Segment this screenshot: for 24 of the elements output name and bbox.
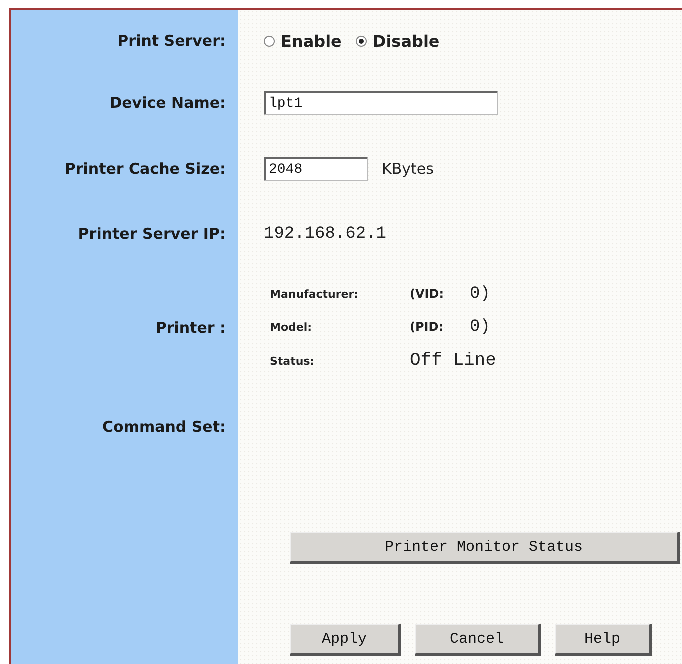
id-value: 0) xyxy=(470,285,492,304)
action-button[interactable]: Cancel xyxy=(415,624,541,656)
monitor-status-button[interactable]: Printer Monitor Status xyxy=(290,532,680,564)
option-label: Enable xyxy=(281,32,342,50)
field-label: Printer Server IP: xyxy=(78,225,226,243)
field-label: Command Set: xyxy=(102,418,226,436)
detail-label: Status: xyxy=(270,355,316,368)
action-button[interactable]: Apply xyxy=(290,624,401,656)
id-label: (VID: xyxy=(410,287,445,301)
option-label: Disable xyxy=(372,32,440,50)
detail-label: Manufacturer: xyxy=(270,288,360,301)
field-label: Printer Cache Size: xyxy=(64,160,226,178)
field-label: Printer : xyxy=(156,319,226,337)
field-label: Device Name: xyxy=(110,94,226,112)
id-label: (PID: xyxy=(410,320,445,334)
detail-label: Model: xyxy=(270,321,314,334)
field-label: Print Server: xyxy=(118,32,226,50)
status-value: Off Line xyxy=(410,351,496,371)
text-field[interactable]: lpt1 xyxy=(264,91,498,115)
id-value: 0) xyxy=(470,318,492,337)
ip-address: 192.168.62.1 xyxy=(264,224,386,244)
action-button[interactable]: Help xyxy=(555,624,652,656)
text-field[interactable]: 2048 xyxy=(264,157,368,181)
unit-label: KBytes xyxy=(382,160,434,178)
